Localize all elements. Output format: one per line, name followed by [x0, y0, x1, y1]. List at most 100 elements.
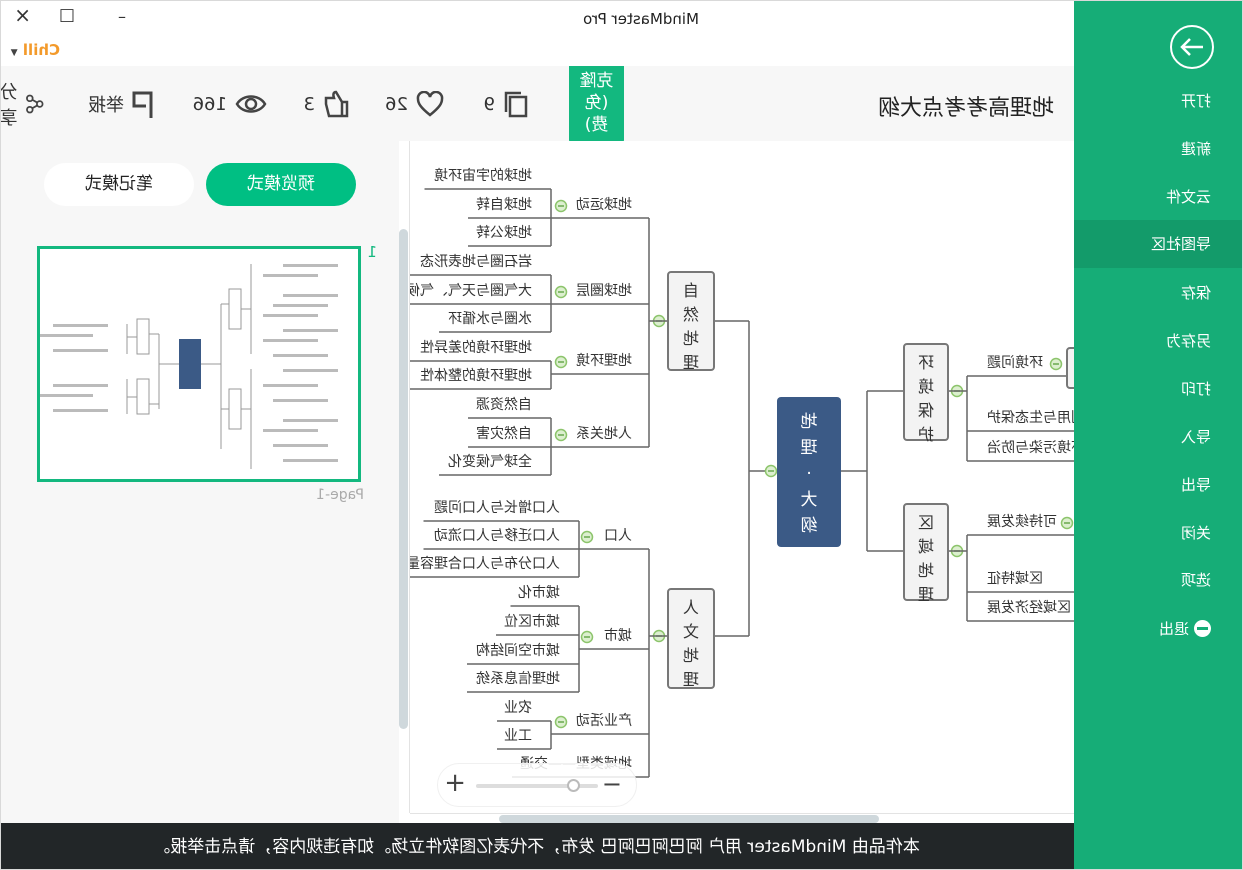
minimize-button[interactable]: – [118, 7, 126, 26]
collapse-toggle-icon[interactable] [554, 199, 568, 213]
topic-node[interactable]: 人口分布与人口合理容量 [406, 555, 560, 573]
topic-node[interactable]: 自然灾害 [476, 425, 532, 443]
note-mode-button[interactable]: 笔记模式 [44, 163, 194, 206]
topic-node[interactable]: 地理信息系统 [476, 670, 560, 688]
topic-node[interactable]: 地球公转 [476, 224, 532, 242]
sidebar-item-2[interactable]: 云文件 [1074, 173, 1242, 221]
close-button[interactable]: × [14, 3, 31, 27]
topic-node[interactable]: 人口 [604, 527, 632, 545]
thumbnail-node [273, 444, 328, 447]
topic-node[interactable]: 人口增长与人口问题 [434, 499, 560, 517]
thumbnail-node [263, 274, 318, 277]
topic-node[interactable]: 产业活动 [576, 712, 632, 730]
topic-node[interactable]: 人地关系 [576, 425, 632, 443]
vertical-scrollbar[interactable] [399, 141, 410, 813]
favorites-count: 26 [385, 93, 408, 115]
copies-stat[interactable]: 9 [484, 88, 529, 120]
topic-node[interactable]: 全球气候变化 [448, 453, 532, 471]
collapse-toggle-icon[interactable] [1049, 357, 1063, 371]
collapse-toggle-icon[interactable] [554, 285, 568, 299]
topic-node[interactable]: 地理环境的差异性 [420, 339, 532, 357]
back-arrow-icon[interactable] [1170, 25, 1214, 69]
topic-node[interactable]: 可持续发展 [987, 513, 1057, 531]
topic-node[interactable]: 区域经济发展 [987, 599, 1071, 617]
share-button[interactable]: 分享 [0, 82, 44, 129]
zoom-out-button[interactable]: − [602, 770, 622, 798]
zoom-in-button[interactable]: + [444, 768, 466, 798]
vertical-scrollbar-thumb[interactable] [399, 229, 408, 729]
page-thumbnail[interactable] [37, 246, 361, 482]
topic-node[interactable]: 城市区位 [504, 613, 560, 631]
preview-panel: 预览模式 笔记模式 1 Page-1 [0, 141, 399, 823]
horizontal-scrollbar-thumb[interactable] [499, 815, 879, 823]
topic-node[interactable]: 地理环境 [576, 352, 632, 370]
collapse-toggle-icon[interactable] [554, 715, 568, 729]
share-icon [26, 94, 44, 114]
collapse-toggle-icon[interactable] [1060, 516, 1074, 530]
mindmap-canvas[interactable]: 地理·大纲 自然地理人文地理 环境保护区域地理 地球运动 地球的宇宙环境地球自转地球公转… [399, 141, 1074, 823]
topic-node[interactable]: 环境污染与防治 [987, 439, 1074, 457]
topic-node[interactable]: 大气圈与天气、气候 [406, 282, 532, 300]
footer-notice: 本作品由 MindMaster 用户 阿巴阿巴阿巴 发布，不代表亿图软件立场。如… [0, 823, 1074, 870]
topic-node[interactable]: 地理环境的整体性 [420, 367, 532, 385]
thumbnail-node [283, 369, 338, 372]
clone-button[interactable]: 克隆(免费) [569, 66, 624, 144]
topic-node[interactable]: 水圈与水循环 [448, 310, 532, 328]
collapse-toggle-icon[interactable] [580, 630, 594, 644]
main-topic[interactable]: 区域地理 [903, 503, 949, 604]
sidebar-item-8[interactable]: 导出 [1074, 461, 1242, 509]
likes-stat[interactable]: 3 [304, 88, 349, 120]
sidebar-item-9[interactable]: 关闭 [1074, 509, 1242, 557]
topic-node[interactable]: 城市 [604, 627, 632, 645]
zoom-slider-knob[interactable] [566, 779, 580, 792]
topic-node[interactable]: 资源利用与生态保护 [987, 409, 1074, 427]
collapse-toggle-icon[interactable] [554, 428, 568, 442]
share-label: 分享 [0, 82, 18, 129]
collapse-toggle-icon[interactable] [580, 530, 594, 544]
collapse-toggle-icon[interactable] [764, 464, 778, 478]
topic-node[interactable]: 地球圈层 [576, 282, 632, 300]
copy-icon [504, 91, 528, 118]
topic-node[interactable]: 地球的宇宙环境 [434, 167, 532, 185]
topic-node[interactable]: 岩石圈与地表形态 [420, 253, 532, 271]
sidebar-item-label: 保存 [1180, 284, 1211, 302]
sidebar-item-3[interactable]: 导图社区 [1074, 220, 1242, 268]
favorites-stat[interactable]: 26 [385, 88, 444, 120]
topic-node[interactable]: 城市空间结构 [476, 642, 560, 660]
user-name: Chill [22, 41, 60, 59]
maximize-button[interactable]: □ [59, 5, 75, 25]
thumbnail-node [283, 459, 338, 462]
collapse-toggle-icon[interactable] [554, 355, 568, 369]
offscreen-topic[interactable] [1066, 347, 1074, 389]
topic-node[interactable]: 自然资源 [476, 396, 532, 414]
likes-count: 3 [303, 93, 315, 115]
sidebar-item-6[interactable]: 打印 [1074, 365, 1242, 413]
topic-node[interactable]: 城市化 [518, 584, 560, 602]
topic-node[interactable]: 工业 [504, 727, 532, 745]
topic-node[interactable]: 人口迁移与人口流动 [434, 527, 560, 545]
sidebar-item-10[interactable]: 选项 [1074, 556, 1242, 604]
topic-node[interactable]: 农业 [504, 699, 532, 717]
topic-node[interactable]: 地球运动 [576, 196, 632, 214]
sidebar-item-7[interactable]: 导入 [1074, 413, 1242, 461]
root-topic[interactable]: 地理·大纲 [777, 397, 841, 547]
sidebar-item-11[interactable]: 退出 [1074, 605, 1242, 653]
main-topic[interactable]: 人文地理 [667, 588, 715, 689]
horizontal-scrollbar[interactable] [410, 813, 1074, 823]
topic-node[interactable]: 区域特征 [987, 570, 1043, 588]
sidebar-item-0[interactable]: 打开 [1074, 77, 1242, 125]
sidebar-item-1[interactable]: 新建 [1074, 125, 1242, 173]
sidebar-item-5[interactable]: 另存为 [1074, 317, 1242, 365]
preview-mode-button[interactable]: 预览模式 [206, 163, 356, 206]
thumbnail-node [263, 384, 318, 387]
report-button[interactable]: 举报 [88, 88, 154, 120]
user-menu[interactable]: Chill ▼ [11, 41, 60, 59]
sidebar-item-4[interactable]: 保存 [1074, 269, 1242, 317]
thumbnail-node [283, 329, 338, 332]
topic-node[interactable]: 地球自转 [476, 196, 532, 214]
zoom-control: − + [437, 763, 637, 807]
main-topic[interactable]: 环境保护 [903, 343, 949, 444]
topic-node[interactable]: 环境问题 [987, 354, 1043, 372]
main-topic[interactable]: 自然地理 [667, 271, 715, 372]
zoom-slider[interactable] [476, 779, 598, 792]
